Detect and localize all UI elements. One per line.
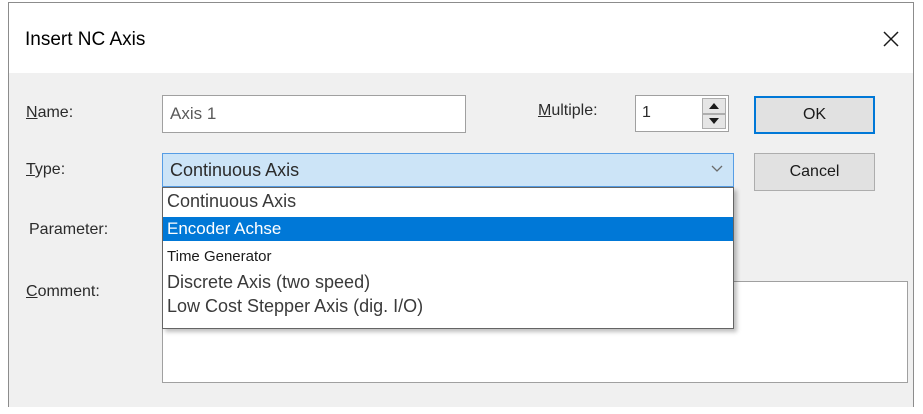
dropdown-option-low-cost-stepper[interactable]: Low Cost Stepper Axis (dig. I/O) [163,293,733,319]
type-label: Type: [26,161,66,178]
name-input[interactable]: Axis 1 [162,95,466,133]
dropdown-option-encoder-achse[interactable]: Encoder Achse [163,217,733,241]
parameter-label: Parameter: [29,221,109,238]
comment-label: Comment: [26,283,100,300]
close-button[interactable] [873,21,909,57]
multiple-spin-buttons [702,98,726,129]
arrow-up-icon [709,102,719,109]
multiple-stepper[interactable]: 1 [635,95,729,132]
dropdown-option-time-generator[interactable]: Time Generator [163,243,733,269]
dropdown-option-continuous-axis[interactable]: Continuous Axis [163,189,733,213]
chevron-down-icon [711,165,723,172]
multiple-value: 1 [642,104,651,121]
name-label: Name: [26,104,74,121]
cancel-button[interactable]: Cancel [754,153,875,191]
dropdown-option-discrete-axis[interactable]: Discrete Axis (two speed) [163,270,733,294]
type-select-value: Continuous Axis [170,160,300,180]
type-dropdown-list: Continuous Axis Encoder Achse Time Gener… [162,187,734,329]
dialog-title: Insert NC Axis [25,29,146,50]
insert-nc-axis-dialog: Insert NC Axis Name: Axis 1 Multiple: 1 [8,2,914,407]
title-bar: Insert NC Axis [9,3,913,73]
close-icon [883,31,899,47]
spin-up-button[interactable] [702,98,726,114]
dialog-client-area: Name: Axis 1 Multiple: 1 OK Cancel Type:… [9,73,913,407]
spin-down-button[interactable] [702,113,726,129]
type-select[interactable]: Continuous Axis [162,153,734,187]
ok-button[interactable]: OK [754,96,875,134]
arrow-down-icon [709,118,719,125]
multiple-label: Multiple: [538,102,598,119]
